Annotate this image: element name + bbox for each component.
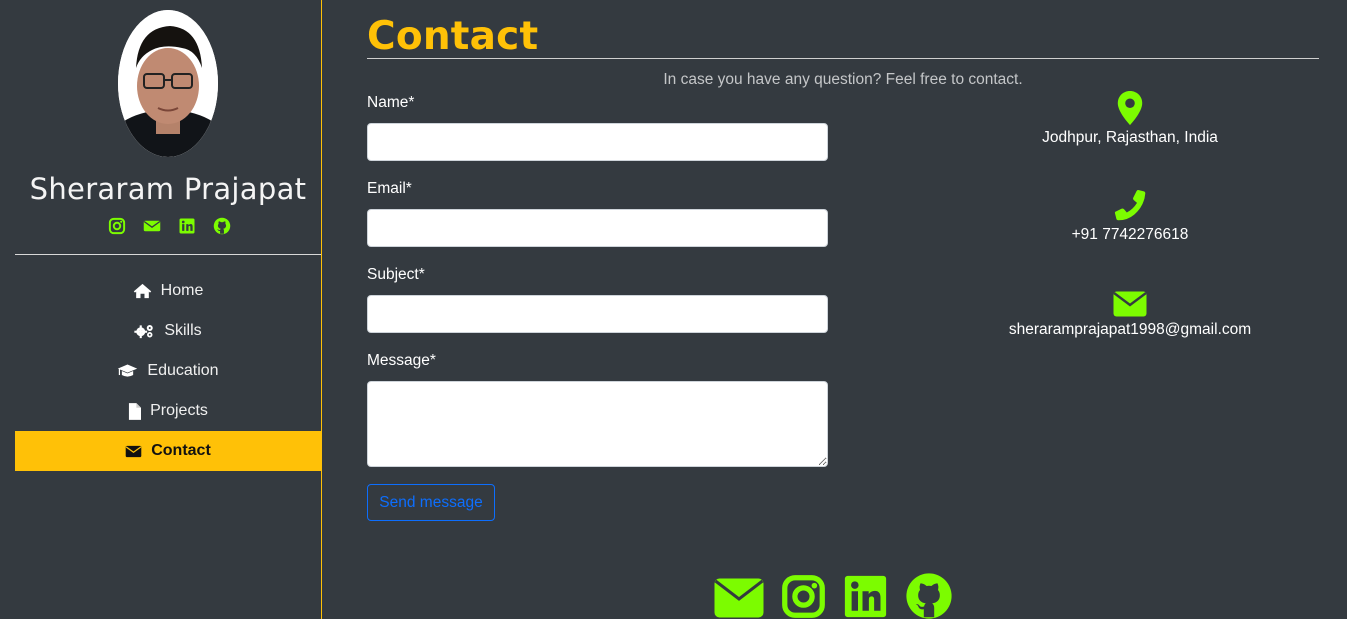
subject-label: Subject* (367, 266, 425, 283)
name-label: Name* (367, 94, 415, 111)
github-icon[interactable] (213, 217, 231, 235)
avatar (118, 10, 218, 157)
nav-label-contact: Contact (151, 442, 211, 459)
message-label: Message* (367, 352, 436, 369)
subject-input[interactable] (367, 295, 828, 333)
profile-name: Sheraram Prajapat (29, 172, 307, 206)
sidebar-nav: Home Skills Education Projects Contact (15, 271, 321, 471)
title-divider (367, 58, 1319, 59)
linkedin-icon[interactable] (843, 574, 888, 619)
phone-text: +91 7742276618 (1071, 226, 1189, 243)
nav-label-education: Education (147, 362, 219, 379)
envelope-icon (125, 445, 142, 457)
footer-social-links (714, 572, 953, 619)
email-text: sheraramprajapat1998@gmail.com (1008, 321, 1252, 338)
envelope-icon[interactable] (143, 217, 161, 235)
nav-item-contact[interactable]: Contact (15, 431, 321, 471)
page-subtitle: In case you have any question? Feel free… (663, 71, 1023, 88)
instagram-icon[interactable] (781, 574, 826, 619)
send-message-button[interactable]: Send message (367, 484, 495, 521)
email-input[interactable] (367, 209, 828, 247)
email-info: sheraramprajapat1998@gmail.com (960, 291, 1300, 339)
phone-icon (1114, 190, 1146, 221)
message-textarea[interactable] (367, 381, 828, 467)
page-title: Contact (367, 14, 539, 59)
email-label: Email* (367, 180, 412, 197)
gears-icon (134, 325, 154, 339)
nav-item-projects[interactable]: Projects (15, 391, 321, 431)
nav-label-skills: Skills (164, 322, 202, 339)
phone-info: +91 7742276618 (960, 188, 1300, 244)
linkedin-icon[interactable] (178, 217, 196, 235)
envelope-icon[interactable] (714, 578, 764, 618)
file-icon (129, 402, 142, 420)
instagram-icon[interactable] (108, 217, 126, 235)
github-icon[interactable] (905, 572, 953, 619)
location-info: Jodhpur, Rajasthan, India (960, 91, 1300, 147)
home-icon (133, 283, 151, 299)
map-marker-icon (1117, 91, 1143, 125)
nav-item-home[interactable]: Home (15, 271, 321, 311)
nav-label-home: Home (160, 282, 204, 299)
envelope-icon (1113, 291, 1147, 317)
sidebar-social-links (0, 217, 338, 235)
sidebar: Sheraram Prajapat Home Skills Education … (0, 0, 322, 619)
sidebar-divider (15, 254, 321, 255)
location-text: Jodhpur, Rajasthan, India (1042, 129, 1218, 146)
graduation-cap-icon (118, 364, 138, 377)
nav-item-skills[interactable]: Skills (15, 311, 321, 351)
nav-item-education[interactable]: Education (15, 351, 321, 391)
nav-label-projects: Projects (150, 402, 208, 419)
name-input[interactable] (367, 123, 828, 161)
